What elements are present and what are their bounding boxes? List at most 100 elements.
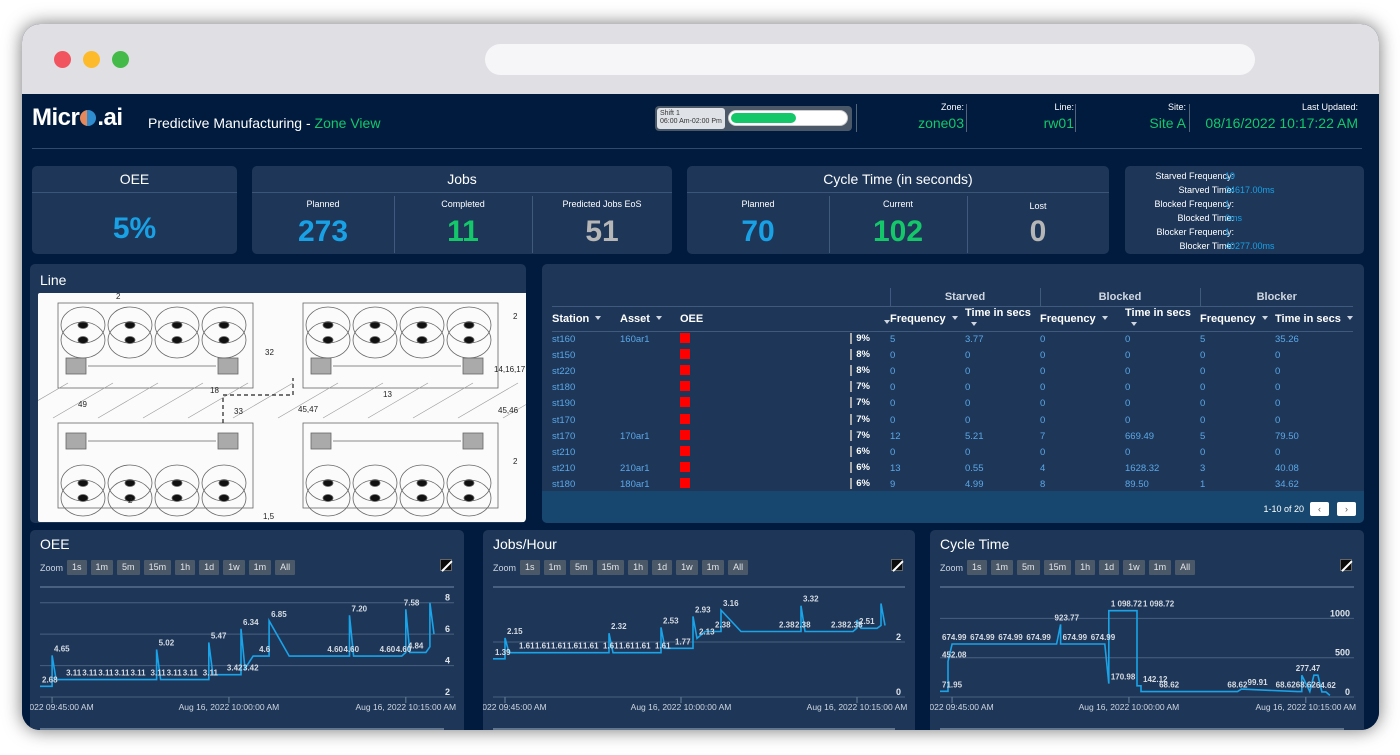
address-bar[interactable] [485, 44, 1255, 75]
table-row[interactable]: st210 6% 0 0 0 0 0 0 [552, 444, 1353, 460]
zoom-button-1h[interactable]: 1h [175, 560, 196, 576]
column-header[interactable]: Frequency [1040, 306, 1125, 332]
filter-icon[interactable] [971, 321, 977, 326]
zoom-button-All[interactable]: All [275, 560, 296, 576]
station-cell[interactable]: st210 [552, 444, 620, 460]
filter-icon[interactable] [1261, 315, 1268, 320]
next-page-button[interactable]: › [1337, 502, 1356, 516]
zoom-button-1h[interactable]: 1h [628, 560, 649, 576]
zoom-button-1s[interactable]: 1s [67, 560, 87, 576]
zoom-button-All[interactable]: All [728, 560, 749, 576]
column-header[interactable]: Frequency [890, 306, 965, 332]
value-cell: 5 [890, 333, 896, 345]
zoom-controls: Zoom 1s 1m 5m 15m 1h 1d 1w 1m All [40, 559, 299, 576]
data-label: 1 098.72 [1143, 600, 1175, 609]
table-row[interactable]: st180 7% 0 0 0 0 0 0 [552, 380, 1353, 396]
diagram-callout: 2 [128, 496, 133, 505]
data-label: 1 098.72 [1111, 600, 1143, 609]
expand-icon[interactable] [891, 559, 903, 571]
asset-cell: 210ar1 [620, 463, 650, 475]
station-cell[interactable]: st170 [552, 412, 620, 428]
column-header[interactable]: OEE [680, 306, 890, 332]
station-cell[interactable]: st180 [552, 380, 620, 396]
station-box [462, 357, 484, 375]
oee-percent: 7% [850, 413, 870, 425]
filter-icon[interactable] [1101, 315, 1108, 320]
value-cell: 0 [1200, 349, 1206, 361]
robot-icon [369, 494, 381, 502]
filter-icon[interactable] [951, 315, 958, 320]
data-label: 2.53 [663, 616, 679, 625]
station-cell[interactable]: st210 [552, 461, 620, 477]
maximize-window-button[interactable] [112, 51, 129, 68]
data-label: 5.02 [159, 639, 175, 648]
zoom-button-15m[interactable]: 15m [596, 560, 625, 576]
zoom-button-1d[interactable]: 1d [1099, 560, 1120, 576]
diagram-callout: 49 [78, 400, 87, 409]
filter-icon[interactable] [595, 315, 602, 320]
zoom-button-All[interactable]: All [1175, 560, 1196, 576]
column-header[interactable]: Station [552, 306, 620, 332]
filter-icon[interactable] [1131, 321, 1137, 326]
zoom-button-1m[interactable]: 1m [1148, 560, 1172, 576]
summary-value: 1 [1225, 227, 1231, 237]
value-cell: 0 [1275, 414, 1281, 426]
zoom-button-1m[interactable]: 1m [90, 560, 114, 576]
value-cell: 12 [890, 430, 901, 442]
table-row[interactable]: st170 170ar1 7% 12 5.21 7 669.49 5 79.50 [552, 428, 1353, 444]
column-header[interactable]: Time in secs [1275, 306, 1353, 332]
asset-cell [620, 380, 680, 396]
station-cell[interactable]: st220 [552, 363, 620, 379]
zone-value: zone03 [918, 115, 964, 131]
zoom-button-1d[interactable]: 1d [199, 560, 220, 576]
filter-icon[interactable] [1346, 315, 1353, 320]
zoom-button-1m[interactable]: 1m [701, 560, 725, 576]
table-row[interactable]: st160 160ar1 9% 5 3.77 0 0 5 35.26 [552, 331, 1353, 347]
zoom-button-1m[interactable]: 1m [990, 560, 1014, 576]
filter-icon[interactable] [655, 315, 662, 320]
zoom-button-1s[interactable]: 1s [520, 560, 540, 576]
table-row[interactable]: st150 8% 0 0 0 0 0 0 [552, 347, 1353, 363]
table-row[interactable]: st220 8% 0 0 0 0 0 0 [552, 363, 1353, 379]
station-cell[interactable]: st150 [552, 347, 620, 363]
close-window-button[interactable] [54, 51, 71, 68]
station-cell[interactable]: st160 [552, 331, 620, 347]
zoom-button-15m[interactable]: 15m [1043, 560, 1072, 576]
station-cell[interactable]: st190 [552, 396, 620, 412]
shift-name: Shift 1 [660, 110, 680, 117]
station-cell[interactable]: st170 [552, 428, 620, 444]
zoom-button-5m[interactable]: 5m [117, 560, 140, 576]
data-label: 99.91 [1248, 678, 1269, 687]
data-label: 3.11 [151, 669, 167, 678]
zoom-button-1w[interactable]: 1w [1123, 560, 1145, 576]
table-row[interactable]: st210 210ar1 6% 13 0.55 4 1628.32 3 40.08 [552, 461, 1353, 477]
prev-page-button[interactable]: ‹ [1310, 502, 1329, 516]
zoom-button-1m[interactable]: 1m [248, 560, 272, 576]
table-row[interactable]: st170 7% 0 0 0 0 0 0 [552, 412, 1353, 428]
zoom-button-15m[interactable]: 15m [143, 560, 172, 576]
zoom-button-1d[interactable]: 1d [652, 560, 673, 576]
column-header[interactable]: Time in secs [965, 306, 1040, 332]
zoom-button-1m[interactable]: 1m [543, 560, 567, 576]
column-header[interactable]: Frequency [1200, 306, 1275, 332]
robot-icon [171, 336, 183, 344]
zoom-button-1w[interactable]: 1w [223, 560, 245, 576]
group-header-starved: Starved [889, 288, 1040, 307]
column-header[interactable]: Time in secs [1125, 306, 1200, 332]
table-row[interactable]: st190 7% 0 0 0 0 0 0 [552, 396, 1353, 412]
zoom-button-5m[interactable]: 5m [570, 560, 593, 576]
data-label: 1.61 [619, 642, 635, 651]
column-header[interactable]: Asset [620, 306, 680, 332]
data-label: 3.42 [243, 664, 259, 673]
zoom-button-5m[interactable]: 5m [1017, 560, 1040, 576]
cycle-planned-value: 70 [741, 215, 775, 248]
title-prefix: Predictive Manufacturing - [148, 115, 315, 131]
zoom-button-1h[interactable]: 1h [1075, 560, 1096, 576]
zoom-button-1s[interactable]: 1s [967, 560, 987, 576]
expand-icon[interactable] [440, 559, 452, 571]
expand-icon[interactable] [1340, 559, 1352, 571]
minimize-window-button[interactable] [83, 51, 100, 68]
diagram-callout: 14,16,17 [494, 365, 526, 374]
zoom-button-1w[interactable]: 1w [676, 560, 698, 576]
station-box [310, 432, 332, 450]
